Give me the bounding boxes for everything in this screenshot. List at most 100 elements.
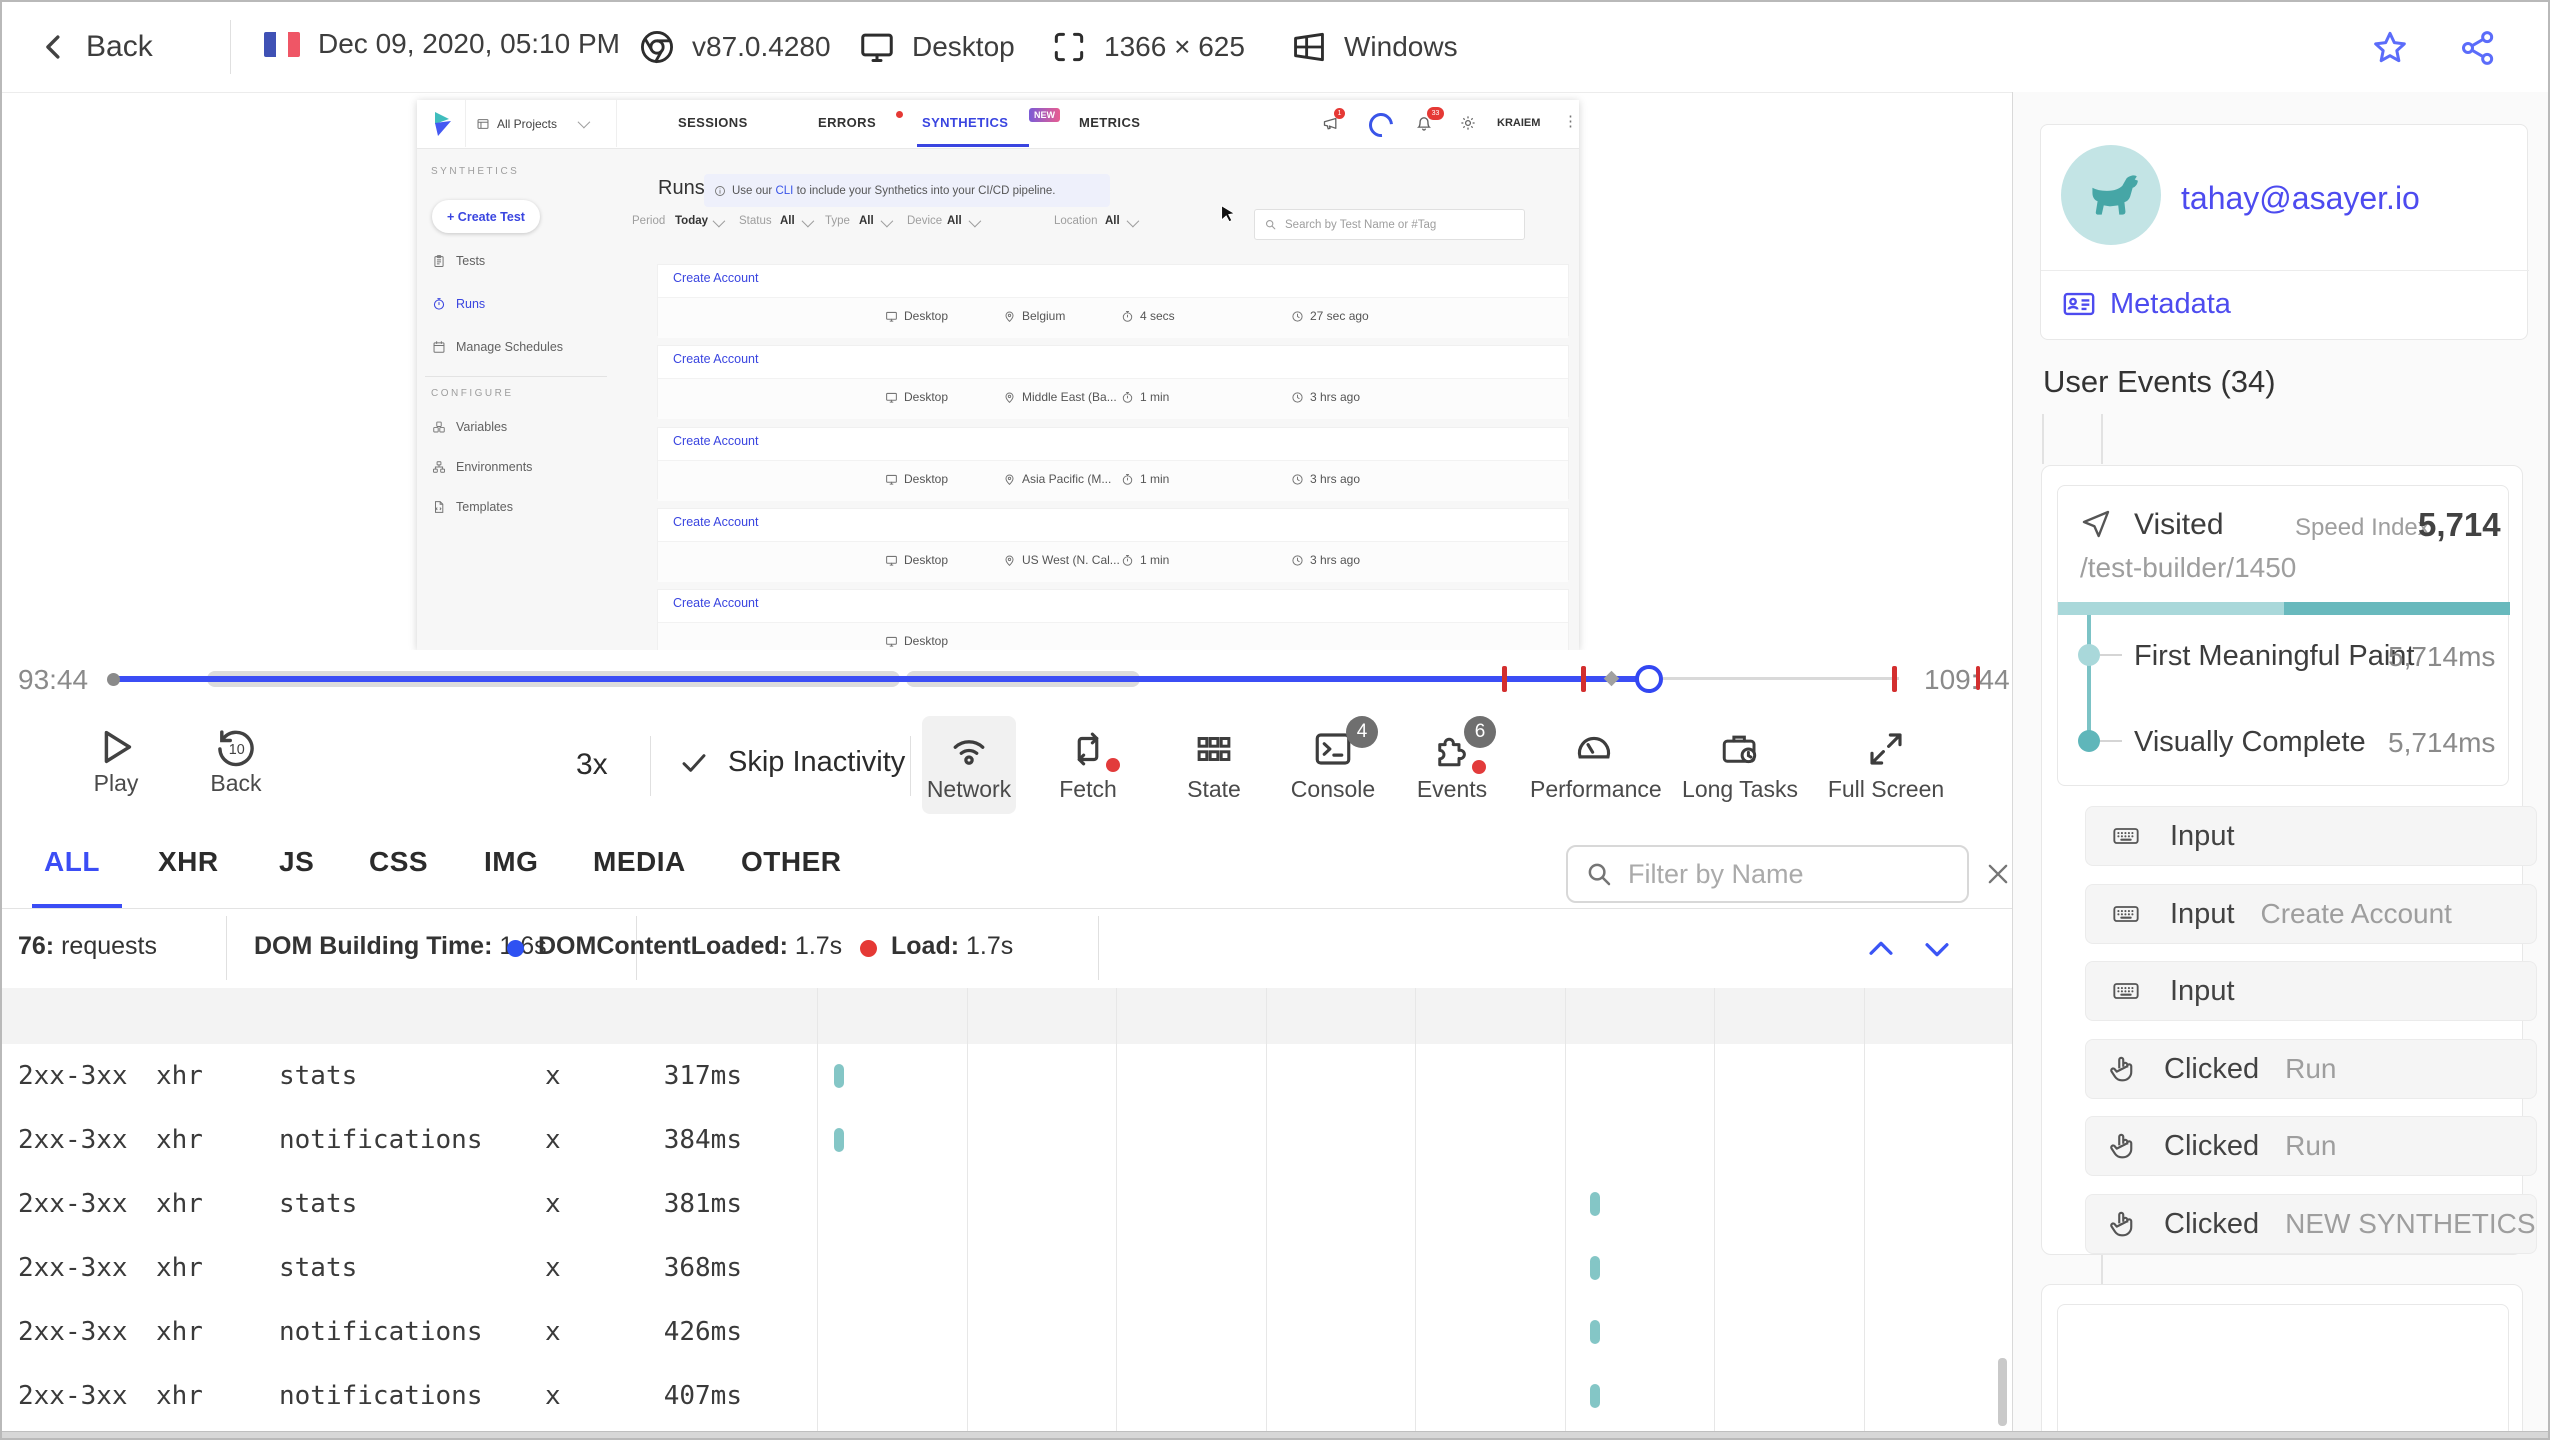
- request-type: xhr: [156, 1061, 203, 1091]
- console-panel-button[interactable]: 4 Console: [1288, 716, 1378, 803]
- timeline-error-tick: [1502, 666, 1507, 692]
- session-replay-window: Back Dec 09, 2020, 05:10 PM v87.0.4280 D…: [0, 0, 2550, 1440]
- jump-next-icon[interactable]: [1920, 932, 1954, 966]
- event-item-clicked[interactable]: Clicked Run: [2085, 1116, 2537, 1176]
- pin-icon: [1003, 554, 1016, 567]
- keyboard-icon: [2108, 822, 2144, 850]
- tab-media[interactable]: MEDIA: [593, 846, 686, 878]
- calendar-icon: [432, 340, 446, 354]
- animal-avatar-icon: [2078, 170, 2144, 220]
- close-panel-icon[interactable]: [1984, 860, 2012, 888]
- divider: [226, 916, 227, 980]
- request-time: 426ms: [663, 1317, 742, 1347]
- request-row[interactable]: 2xx-3xx xhr notifications x 407ms: [2, 1364, 2012, 1428]
- event-item-clicked[interactable]: Clicked NEW SYNTHETICS: [2085, 1194, 2537, 1254]
- timeline-track[interactable]: [107, 650, 1899, 708]
- check-icon: [678, 747, 710, 779]
- request-row[interactable]: 2xx-3xx xhr notifications x 426ms: [2, 1300, 2012, 1364]
- monitor-icon: [885, 473, 898, 486]
- os-label: Windows: [1344, 31, 1458, 62]
- run-row: Desktop Asia Pacific (M... 1 min 3 hrs a…: [658, 460, 1568, 501]
- request-row[interactable]: 2xx-3xx xhr notifications x 384ms: [2, 1108, 2012, 1172]
- os-info: Windows: [1290, 28, 1458, 66]
- timeline: 93:44 109:44: [2, 650, 2012, 708]
- briefcase-clock-icon: [1719, 728, 1761, 770]
- visited-url: /test-builder/1450: [2080, 552, 2297, 583]
- filter-value: All: [1105, 215, 1120, 227]
- tab-js[interactable]: JS: [279, 846, 314, 878]
- event-item-input[interactable]: Input Create Account: [2085, 884, 2537, 944]
- next-event-card-partial: [2057, 1304, 2509, 1438]
- stopwatch-icon: [1121, 391, 1134, 404]
- date-label: Dec 09, 2020, 05:10 PM: [318, 28, 620, 59]
- timeline-error-tick: [1581, 666, 1586, 692]
- events-panel-button[interactable]: 6 Events: [1408, 716, 1496, 803]
- full-screen-button[interactable]: Full Screen: [1826, 728, 1946, 803]
- request-row[interactable]: 2xx-3xx xhr stats x 317ms: [2, 1044, 2012, 1108]
- tab-xhr[interactable]: XHR: [158, 846, 219, 878]
- sidebar-divider: [425, 376, 607, 377]
- event-type: Input: [2170, 897, 2235, 930]
- skip-inactivity-toggle[interactable]: Skip Inactivity: [678, 746, 905, 779]
- network-stats: 76: requests DOM Building Time: 1.6s DOM…: [2, 908, 2012, 989]
- fetch-panel-button[interactable]: Fetch: [1044, 728, 1132, 803]
- long-tasks-label: Long Tasks: [1682, 776, 1798, 802]
- request-time: 381ms: [663, 1189, 742, 1219]
- event-item-clicked[interactable]: Clicked Run: [2085, 1039, 2537, 1099]
- play-button[interactable]: Play: [90, 724, 142, 797]
- chevron-down-icon: [801, 214, 815, 228]
- state-panel-button[interactable]: State: [1170, 728, 1258, 803]
- wifi-icon: [947, 728, 991, 772]
- request-row[interactable]: 2xx-3xx xhr stats x 381ms: [2, 1172, 2012, 1236]
- hand-pointer-icon: [2108, 1209, 2138, 1239]
- pin-icon: [1003, 473, 1016, 486]
- vc-label: Visually Complete: [2134, 726, 2366, 758]
- back-10-button[interactable]: Back: [210, 724, 262, 797]
- tab-css[interactable]: CSS: [369, 846, 428, 878]
- stopwatch-icon: [432, 297, 446, 311]
- tab-other[interactable]: OTHER: [741, 846, 842, 878]
- request-time: 407ms: [663, 1381, 742, 1411]
- track-start-dot: [107, 673, 120, 686]
- navigation-icon: [2080, 508, 2112, 540]
- filter-label: Period: [632, 215, 666, 227]
- speed-button[interactable]: 3x: [576, 748, 608, 782]
- tab-img[interactable]: IMG: [484, 846, 538, 878]
- request-time: 384ms: [663, 1125, 742, 1155]
- network-panel-button[interactable]: Network: [922, 716, 1016, 814]
- request-row[interactable]: 2xx-3xx xhr stats x 368ms: [2, 1236, 2012, 1300]
- event-item-input[interactable]: Input: [2085, 961, 2537, 1021]
- run-group: Create Account Desktop PASSED: [657, 589, 1569, 650]
- divider: [230, 20, 231, 74]
- event-marker: [1603, 670, 1620, 687]
- sitemap-icon: [432, 460, 446, 474]
- timeline-error-tick: [1892, 666, 1897, 692]
- request-time: 317ms: [663, 1061, 742, 1091]
- filter-input[interactable]: Filter by Name: [1566, 845, 1969, 903]
- jump-previous-icon[interactable]: [1864, 932, 1898, 966]
- avatar: [2061, 145, 2161, 245]
- long-tasks-panel-button[interactable]: Long Tasks: [1682, 728, 1798, 803]
- back-button[interactable]: Back: [38, 30, 153, 64]
- request-timing-bar: [1590, 1192, 1600, 1216]
- event-item-input[interactable]: Input: [2085, 806, 2537, 866]
- monitor-icon: [885, 391, 898, 404]
- request-size: x: [545, 1381, 561, 1411]
- divider: [2041, 270, 2529, 271]
- fetch-label: Fetch: [1059, 776, 1117, 802]
- performance-panel-button[interactable]: Performance: [1530, 728, 1662, 803]
- scrollbar-thumb[interactable]: [1998, 1358, 2007, 1426]
- favorite-star-icon[interactable]: [2370, 28, 2410, 68]
- visited-event-card[interactable]: Visited Speed Index 5,714 /test-builder/…: [2057, 485, 2510, 786]
- run-name-link: Create Account: [673, 352, 759, 366]
- gauge-icon: [1573, 728, 1615, 770]
- metadata-label: Metadata: [2110, 287, 2231, 320]
- project-icon: [476, 117, 490, 131]
- pin-icon: [1003, 310, 1016, 323]
- sidebar-item-tests: Tests: [432, 254, 485, 268]
- playhead[interactable]: [1635, 665, 1663, 693]
- tab-all[interactable]: ALL: [44, 846, 100, 878]
- clock-icon: [1291, 310, 1304, 323]
- share-icon[interactable]: [2458, 28, 2498, 68]
- metadata-button[interactable]: Metadata: [2062, 287, 2231, 321]
